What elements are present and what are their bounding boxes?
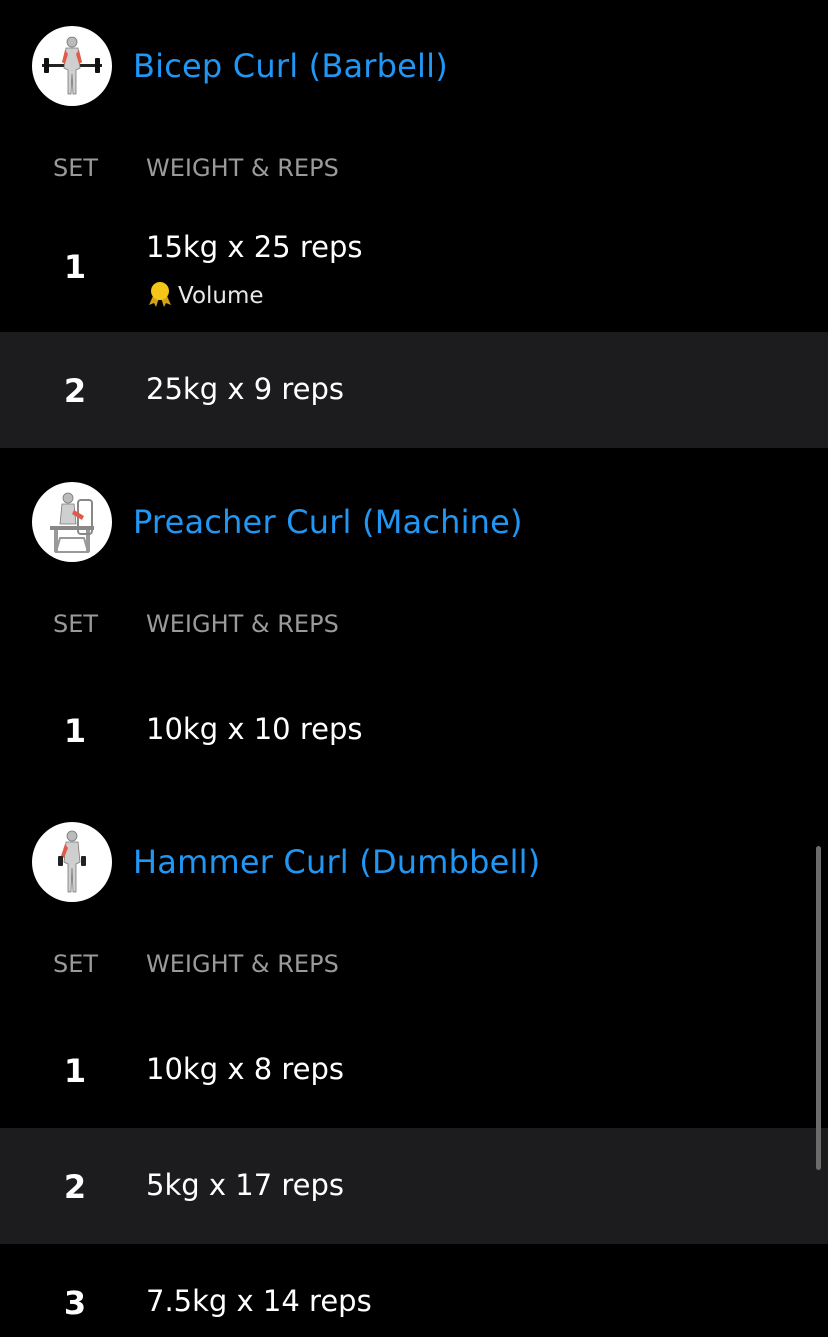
set-list: 1 10kg x 10 reps [0, 672, 828, 788]
set-weight-reps: 15kg x 25 reps [146, 230, 363, 264]
weight-reps-column-header: WEIGHT & REPS [146, 154, 339, 182]
bicep-curl-barbell-icon[interactable] [32, 26, 112, 106]
hammer-curl-dumbbell-icon[interactable] [32, 822, 112, 902]
set-column-header: SET [53, 610, 99, 638]
set-number: 2 [63, 1168, 87, 1206]
set-weight-reps: 7.5kg x 14 reps [146, 1284, 372, 1318]
column-headers: SET WEIGHT & REPS [0, 950, 828, 980]
set-number: 2 [63, 372, 87, 410]
personal-record-label: Volume [178, 283, 264, 309]
weight-reps-column-header: WEIGHT & REPS [146, 610, 339, 638]
set-row[interactable]: 2 5kg x 17 reps [0, 1128, 828, 1244]
column-headers: SET WEIGHT & REPS [0, 610, 828, 640]
exercise-block: Hammer Curl (Dumbbell) SET WEIGHT & REPS… [0, 822, 828, 1337]
exercise-block: Preacher Curl (Machine) SET WEIGHT & REP… [0, 482, 828, 788]
exercise-title[interactable]: Hammer Curl (Dumbbell) [133, 841, 540, 883]
set-row[interactable]: 1 10kg x 8 reps [0, 1012, 828, 1128]
set-column-header: SET [53, 154, 99, 182]
set-row[interactable]: 3 7.5kg x 14 reps [0, 1244, 828, 1337]
set-weight-reps: 10kg x 10 reps [146, 712, 363, 746]
preacher-curl-machine-icon[interactable] [32, 482, 112, 562]
set-row[interactable]: 2 25kg x 9 reps [0, 332, 828, 448]
vertical-scrollbar[interactable] [816, 846, 821, 1170]
exercise-title[interactable]: Preacher Curl (Machine) [133, 501, 523, 543]
set-weight-reps: 10kg x 8 reps [146, 1052, 345, 1086]
set-row[interactable]: 1 15kg x 25 reps Volume [0, 216, 828, 332]
exercise-header[interactable]: Hammer Curl (Dumbbell) [0, 822, 828, 902]
set-weight-reps: 25kg x 9 reps [146, 372, 345, 406]
exercise-header[interactable]: Preacher Curl (Machine) [0, 482, 828, 562]
set-number: 3 [63, 1284, 87, 1322]
exercise-block: Bicep Curl (Barbell) SET WEIGHT & REPS 1… [0, 26, 828, 448]
exercise-header[interactable]: Bicep Curl (Barbell) [0, 26, 828, 106]
column-headers: SET WEIGHT & REPS [0, 154, 828, 184]
set-column-header: SET [53, 950, 99, 978]
set-list: 1 10kg x 8 reps 2 5kg x 17 reps 3 7.5kg … [0, 1012, 828, 1337]
workout-detail-screen: Bicep Curl (Barbell) SET WEIGHT & REPS 1… [0, 0, 828, 1337]
set-number: 1 [63, 248, 87, 286]
medal-icon [149, 282, 171, 307]
set-number: 1 [63, 1052, 87, 1090]
personal-record-badge: Volume [146, 280, 264, 309]
weight-reps-column-header: WEIGHT & REPS [146, 950, 339, 978]
set-weight-reps: 5kg x 17 reps [146, 1168, 345, 1202]
exercise-title[interactable]: Bicep Curl (Barbell) [133, 45, 448, 87]
set-number: 1 [63, 712, 87, 750]
set-list: 1 15kg x 25 reps Volume 2 25kg x 9 reps [0, 216, 828, 448]
set-row[interactable]: 1 10kg x 10 reps [0, 672, 828, 788]
